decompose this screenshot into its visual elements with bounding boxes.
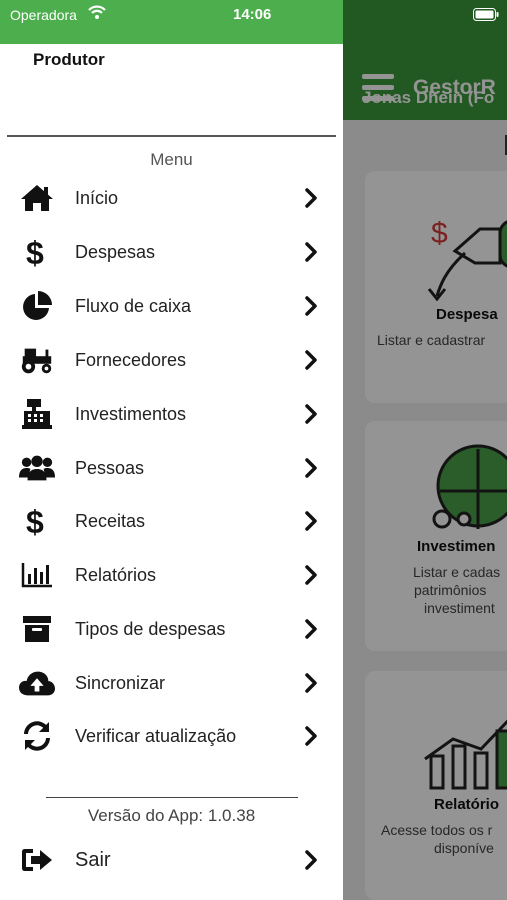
menu-item-label: Verificar atualização xyxy=(75,725,237,746)
chevron-right-icon xyxy=(305,511,317,531)
menu-item-fluxo-de-caixa[interactable]: Fluxo de caixa xyxy=(0,279,343,333)
menu-item-label: Despesas xyxy=(75,241,156,262)
chevron-right-icon xyxy=(305,619,317,639)
footer-divider xyxy=(46,797,298,798)
menu-item-receitas[interactable]: $ Receitas xyxy=(0,494,343,548)
pie-chart-icon xyxy=(19,289,55,323)
menu-item-label: Fornecedores xyxy=(75,349,187,370)
menu-item-label: Início xyxy=(75,187,119,208)
menu-item-verificar-atualizacao[interactable]: Verificar atualização xyxy=(0,709,343,763)
battery-icon xyxy=(473,8,499,21)
wifi-icon xyxy=(88,5,106,19)
sign-out-icon xyxy=(19,843,55,877)
chevron-right-icon xyxy=(305,350,317,370)
menu-item-label: Receitas xyxy=(75,510,146,531)
chevron-right-icon xyxy=(305,850,317,870)
cash-register-icon xyxy=(19,397,55,431)
menu-item-label: Sincronizar xyxy=(75,672,166,693)
menu-item-label: Investimentos xyxy=(75,403,187,424)
chevron-right-icon xyxy=(305,404,317,424)
cloud-upload-icon xyxy=(19,666,55,700)
home-icon xyxy=(19,181,55,215)
menu-item-relatorios[interactable]: Relatórios xyxy=(0,548,343,602)
menu-item-fornecedores[interactable]: Fornecedores xyxy=(0,333,343,387)
menu-item-label: Pessoas xyxy=(75,457,145,478)
menu-item-label: Relatórios xyxy=(75,564,157,585)
menu-item-tipos-de-despesas[interactable]: Tipos de despesas xyxy=(0,602,343,656)
svg-text:$: $ xyxy=(26,235,44,269)
carrier-label: Operadora xyxy=(10,7,77,23)
navigation-drawer: Operadora 14:06 Produtor Menu Início $ D… xyxy=(0,0,343,900)
svg-text:$: $ xyxy=(26,504,44,538)
dollar-icon: $ xyxy=(19,504,55,538)
bar-chart-icon xyxy=(19,558,55,592)
menu-item-pessoas[interactable]: Pessoas xyxy=(0,441,343,495)
sync-icon xyxy=(19,719,55,753)
chevron-right-icon xyxy=(305,242,317,262)
status-bar: Operadora 14:06 xyxy=(0,0,343,44)
dollar-icon: $ xyxy=(19,235,55,269)
chevron-right-icon xyxy=(305,726,317,746)
chevron-right-icon xyxy=(305,296,317,316)
menu-item-despesas[interactable]: $ Despesas xyxy=(0,225,343,279)
menu-item-sincronizar[interactable]: Sincronizar xyxy=(0,656,343,710)
header-divider xyxy=(7,135,336,137)
menu-item-label: Fluxo de caixa xyxy=(75,295,192,316)
chevron-right-icon xyxy=(305,673,317,693)
tractor-icon xyxy=(19,343,55,377)
status-time: 14:06 xyxy=(233,6,272,23)
chevron-right-icon xyxy=(305,188,317,208)
menu-item-investimentos[interactable]: Investimentos xyxy=(0,387,343,441)
logout-button[interactable]: Sair xyxy=(0,833,343,887)
chevron-right-icon xyxy=(305,458,317,478)
archive-box-icon xyxy=(19,612,55,646)
logout-label: Sair xyxy=(75,848,111,871)
menu-item-inicio[interactable]: Início xyxy=(0,171,343,225)
people-icon xyxy=(19,451,55,485)
menu-item-label: Tipos de despesas xyxy=(75,618,226,639)
profile-name: Produtor xyxy=(33,50,105,69)
app-version: Versão do App: 1.0.38 xyxy=(87,806,256,825)
chevron-right-icon xyxy=(305,565,317,585)
menu-title: Menu xyxy=(150,150,193,169)
